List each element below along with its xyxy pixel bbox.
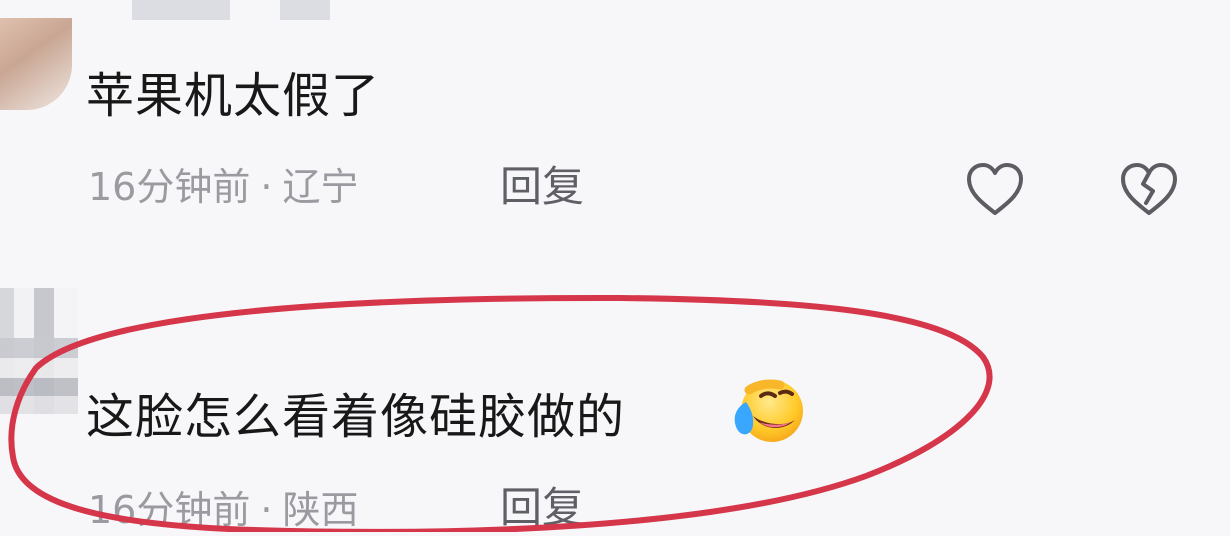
avatar[interactable] — [0, 288, 78, 414]
pixelated-header-strip — [280, 0, 330, 20]
heart-icon[interactable] — [964, 160, 1026, 218]
comment-text: 这脸怎么看着像硅胶做的 — [86, 389, 626, 445]
comment-meta: 16分钟前 · 辽宁 — [88, 161, 358, 213]
broken-heart-icon[interactable] — [1118, 160, 1180, 218]
reply-button[interactable]: 回复 — [500, 161, 584, 213]
meta-separator: · — [260, 165, 273, 209]
comment-location: 辽宁 — [282, 165, 359, 209]
avatar[interactable] — [0, 18, 72, 110]
comment-text: 苹果机太假了 — [86, 68, 381, 124]
pixelated-header-strip — [132, 0, 230, 20]
comment-time: 16分钟前 — [88, 488, 251, 532]
meta-separator: · — [260, 488, 273, 532]
comment-location: 陕西 — [282, 488, 359, 532]
comment-meta: 16分钟前 · 陕西 — [88, 484, 358, 536]
laughing-tears-emoji-icon — [734, 379, 803, 442]
comment-time: 16分钟前 — [88, 165, 251, 209]
reply-button[interactable]: 回复 — [500, 482, 584, 534]
